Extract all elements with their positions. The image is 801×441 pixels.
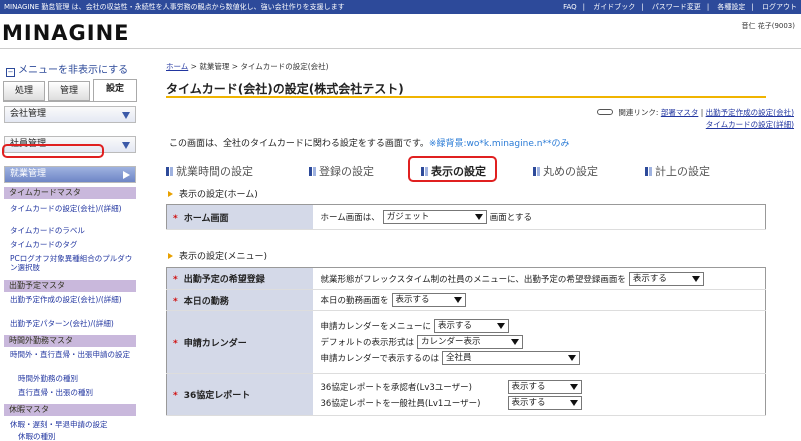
section-home-heading: 表示の設定(ホーム)	[168, 187, 258, 200]
sidebar-link-overtime-settings[interactable]: 時間外・直行直帰・出張申請の設定	[10, 350, 136, 368]
header-divider	[0, 48, 801, 49]
tagline: MINAGINE 勤怠管理 は、会社の収益性・永続性を人事労務の観点から数値化し…	[4, 3, 345, 11]
dropdown-arrow-icon	[474, 214, 483, 220]
related-schedule-link[interactable]: 出勤予定作成の設定(会社)	[706, 108, 794, 117]
sidebar-link-timecard-tag[interactable]: タイムカードのタグ	[10, 240, 136, 249]
dropdown-arrow-icon	[568, 355, 576, 361]
sidebar-link-timecard-settings[interactable]: タイムカードの設定(会社)/(詳細)	[10, 204, 136, 222]
password-change-link[interactable]: パスワード変更	[652, 3, 701, 11]
triangle-bullet-icon	[168, 253, 173, 259]
page-title: タイムカード(会社)の設定(株式会社テスト)	[166, 82, 404, 96]
sidebar-tabs: 処理 管理 設定	[3, 79, 137, 101]
section-overtime-master: 時間外勤務マスタ	[4, 335, 136, 347]
related-links: 関連リンク: 部署マスタ | 出勤予定作成の設定(会社) タイムカードの設定(詳…	[597, 107, 794, 131]
sidebar-link-pc-logoff[interactable]: PCログオフ対象異種組合のプルダウン選択肢	[10, 254, 136, 272]
highlight-marker	[408, 156, 497, 182]
top-bar: MINAGINE 勤怠管理 は、会社の収益性・永続性を人事労務の観点から数値化し…	[0, 0, 801, 14]
chevron-right-icon	[123, 171, 130, 179]
top-links: FAQ | ガイドブック | パスワード変更 | 各種設定 | ログアウト	[563, 3, 797, 11]
tab-manage[interactable]: 管理	[48, 81, 90, 101]
sidebar-cat-company[interactable]: 会社管理	[4, 106, 136, 123]
tab-registration[interactable]: 登録の設定	[309, 162, 374, 182]
logout-link[interactable]: ログアウト	[762, 3, 797, 11]
tab-process[interactable]: 処理	[3, 81, 45, 101]
request-calendar-label: * 申請カレンダー	[166, 310, 313, 374]
faq-link[interactable]: FAQ	[563, 3, 577, 11]
logo[interactable]: MINAGINE	[2, 21, 130, 45]
breadcrumb-home[interactable]: ホーム	[166, 62, 188, 71]
tab-accounting[interactable]: 計上の設定	[645, 162, 710, 182]
hide-menu-toggle[interactable]: − メニューを非表示にする	[6, 61, 128, 77]
section-schedule-master: 出勤予定マスタ	[4, 280, 136, 292]
settings-link[interactable]: 各種設定	[717, 3, 745, 11]
title-underline	[166, 96, 766, 98]
collapse-icon: −	[6, 68, 15, 77]
dropdown-arrow-icon	[453, 297, 462, 303]
tab-work-hours[interactable]: 就業時間の設定	[166, 162, 253, 182]
kyotei-approver-select[interactable]: 表示する	[507, 379, 582, 394]
menu-settings-table: * 出勤予定の希望登録 就業形態がフレックスタイム制の社員のメニューに、出勤予定の…	[166, 267, 766, 416]
today-work-label: * 本日の勤務	[166, 289, 313, 311]
related-timecard-detail-link[interactable]: タイムカードの設定(詳細)	[706, 120, 794, 129]
highlight-marker	[2, 144, 104, 158]
sidebar-link-leave-settings[interactable]: 休暇・遅刻・早退申請の設定	[10, 420, 136, 429]
sidebar-link-schedule-settings[interactable]: 出勤予定作成の設定(会社)/(詳細)	[10, 295, 136, 313]
breadcrumb-current: タイムカードの設定(会社)	[240, 62, 329, 71]
schedule-request-select[interactable]: 表示する	[628, 271, 704, 286]
home-settings-table: * ホーム画面 ホーム画面は、 ガジェット 画面とする	[166, 204, 766, 230]
tab-icon	[645, 167, 652, 176]
main-content: ホーム > 就業管理 > タイムカードの設定(会社) タイムカード(会社)の設定…	[160, 56, 801, 440]
tab-icon	[166, 167, 173, 176]
tab-icon	[533, 167, 540, 176]
sidebar-cat-work[interactable]: 就業管理	[4, 166, 136, 183]
triangle-bullet-icon	[168, 191, 173, 197]
calendar-menu-select[interactable]: 表示する	[434, 319, 510, 333]
breadcrumb: ホーム > 就業管理 > タイムカードの設定(会社)	[166, 62, 329, 71]
home-screen-select[interactable]: ガジェット	[382, 210, 487, 224]
glasses-icon	[597, 109, 614, 115]
tab-settings[interactable]: 設定	[93, 79, 137, 101]
section-menu-heading: 表示の設定(メニュー)	[168, 249, 267, 262]
sidebar-link-timecard-label[interactable]: タイムカードのラベル	[10, 226, 136, 235]
tab-rounding[interactable]: 丸めの設定	[533, 162, 598, 182]
sidebar-link-overtime-types[interactable]: 時間外勤務の種別	[18, 374, 144, 383]
kyotei-report-label: * 36協定レポート	[166, 373, 313, 416]
today-work-select[interactable]: 表示する	[391, 293, 466, 307]
page-description: この画面は、全社のタイムカードに関わる設定をする画面です。※緑背景:wo*k.m…	[169, 139, 570, 149]
sidebar: − メニューを非表示にする 処理 管理 設定 会社管理 社員管理 就業管理 タイム…	[0, 56, 140, 441]
kyotei-general-select[interactable]: 表示する	[507, 395, 582, 410]
home-screen-label: * ホーム画面	[166, 204, 313, 230]
sidebar-link-direct-types[interactable]: 直行直帰・出張の種別	[18, 388, 144, 397]
tab-icon	[309, 167, 316, 176]
section-timecard-master: タイムカードマスタ	[4, 187, 136, 199]
dropdown-arrow-icon	[691, 275, 700, 282]
dropdown-arrow-icon	[511, 339, 520, 345]
user-name: 音仁 花子(9003)	[741, 22, 795, 30]
sidebar-link-schedule-pattern[interactable]: 出勤予定パターン(会社)/(詳細)	[10, 319, 136, 328]
calendar-scope-select[interactable]: 全社員	[442, 351, 580, 365]
dropdown-arrow-icon	[497, 323, 506, 329]
breadcrumb-work: 就業管理	[199, 62, 230, 71]
dropdown-arrow-icon	[569, 399, 578, 406]
related-dept-link[interactable]: 部署マスタ	[661, 108, 699, 117]
chevron-down-icon	[122, 142, 130, 149]
schedule-request-label: * 出勤予定の希望登録	[166, 267, 313, 290]
dropdown-arrow-icon	[569, 383, 578, 390]
calendar-format-select[interactable]: カレンダー表示	[417, 335, 524, 349]
guidebook-link[interactable]: ガイドブック	[593, 3, 635, 11]
chevron-down-icon	[122, 112, 130, 119]
section-leave-master: 休暇マスタ	[4, 404, 136, 416]
description-note: ※緑背景:wo*k.minagine.n**のみ	[428, 139, 570, 149]
